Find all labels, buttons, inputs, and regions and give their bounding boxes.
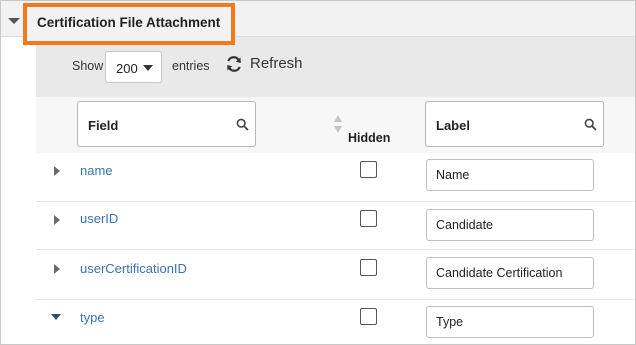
show-label: Show [72, 59, 104, 73]
label-input[interactable] [426, 209, 594, 241]
table-row: userCertificationID [36, 250, 635, 300]
entries-select[interactable]: 200 [105, 51, 162, 83]
field-header-label: Field [88, 118, 119, 133]
refresh-icon [227, 56, 241, 72]
section-title[interactable]: Certification File Attachment [37, 15, 220, 30]
search-icon[interactable] [236, 118, 249, 131]
label-input[interactable] [426, 306, 594, 338]
hidden-column-header[interactable]: Hidden [348, 131, 390, 145]
entries-value: 200 [116, 61, 138, 76]
expand-arrow-icon[interactable] [54, 264, 60, 274]
collapse-arrow-icon[interactable] [8, 18, 20, 24]
table-row: userID [36, 202, 635, 250]
label-header-label: Label [436, 118, 470, 133]
field-link[interactable]: name [80, 163, 113, 178]
field-link[interactable]: type [80, 310, 105, 325]
field-link[interactable]: userID [80, 211, 118, 226]
certification-file-attachment-panel: Certification File Attachment Show 200 e… [0, 0, 636, 345]
label-column-header[interactable]: Label [425, 101, 604, 147]
hidden-checkbox[interactable] [360, 210, 377, 227]
section-title-highlight: Certification File Attachment [23, 3, 235, 45]
label-input[interactable] [426, 159, 594, 191]
label-input[interactable] [426, 257, 594, 289]
hidden-checkbox[interactable] [360, 161, 377, 178]
field-column-header[interactable]: Field [77, 101, 256, 147]
sort-icon[interactable] [333, 114, 343, 134]
hidden-checkbox[interactable] [360, 259, 377, 276]
entries-label: entries [172, 59, 210, 73]
search-icon[interactable] [584, 118, 597, 131]
chevron-down-icon [143, 65, 153, 71]
field-table-panel: Show 200 entries Refresh Field Hidden La… [36, 37, 635, 344]
expand-arrow-icon[interactable] [54, 215, 60, 225]
table-row: type [36, 300, 635, 344]
table-row: name [36, 153, 635, 202]
field-link[interactable]: userCertificationID [80, 261, 187, 276]
table-toolbar: Show 200 entries Refresh [36, 37, 635, 97]
refresh-label: Refresh [250, 55, 303, 72]
collapse-arrow-icon[interactable] [51, 314, 61, 320]
expand-arrow-icon[interactable] [54, 166, 60, 176]
hidden-checkbox[interactable] [360, 308, 377, 325]
